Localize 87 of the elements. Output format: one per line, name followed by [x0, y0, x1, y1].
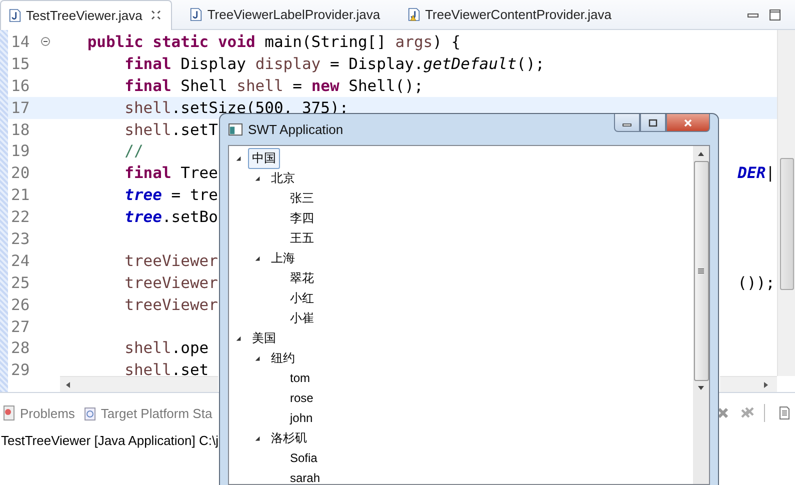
collapse-icon[interactable]: [41, 37, 50, 46]
code-line: public static void main(String[] args) {: [87, 32, 461, 51]
editor-tab[interactable]: TestTreeViewer.java: [0, 0, 172, 30]
line-number: 22: [10, 208, 31, 226]
left-arrow-icon[interactable]: [65, 380, 71, 388]
line-number: 19: [10, 142, 31, 160]
tree-item[interactable]: 翠花: [286, 268, 318, 288]
code-line: final Tree: [124, 164, 218, 182]
code-line: treeViewer: [124, 252, 218, 270]
panel-tab[interactable]: Target Platform Sta: [82, 405, 212, 421]
vertical-scrollbar[interactable]: [693, 146, 709, 484]
target-icon: [82, 405, 97, 421]
code-line: shell.setT: [124, 120, 218, 138]
code-line: shell.setSize(500, 375);: [124, 98, 349, 117]
problems-icon: [2, 405, 16, 421]
code-fragment: DER|: [738, 164, 776, 182]
line-number: 28: [10, 339, 31, 358]
remove-icon[interactable]: [716, 406, 730, 420]
tree-item[interactable]: 北京: [267, 168, 299, 188]
java-file-icon: [9, 8, 21, 22]
java-file-icon: [190, 7, 202, 22]
expanded-triangle-icon[interactable]: [235, 154, 242, 162]
close-icon[interactable]: [151, 10, 162, 20]
tree-item[interactable]: sarah: [286, 469, 324, 484]
code-line: tree = tre: [124, 186, 218, 204]
code-line: shell.ope: [124, 339, 209, 358]
up-arrow-icon[interactable]: [697, 151, 705, 157]
tree-item[interactable]: rose: [286, 389, 318, 407]
tree-item[interactable]: 张三: [286, 188, 318, 208]
line-number: 20: [10, 164, 31, 182]
horizontal-scrollbar[interactable]: [60, 376, 218, 392]
maximize-button[interactable]: [640, 114, 666, 132]
code-line: final Display display = Display.getDefault();: [124, 54, 545, 73]
tree-item[interactable]: 李四: [286, 208, 318, 228]
code-line: treeViewer: [124, 274, 218, 292]
maximize-icon[interactable]: [769, 8, 781, 20]
code-line: //: [124, 142, 144, 160]
maximize-icon: [648, 118, 658, 126]
expanded-triangle-icon[interactable]: [254, 354, 261, 362]
code-line: shell.set: [124, 361, 209, 380]
line-number: 27: [10, 318, 31, 336]
tree-item[interactable]: Sofia: [286, 449, 322, 467]
line-number: 18: [10, 120, 31, 138]
right-arrow-icon[interactable]: [763, 380, 769, 388]
tree-item[interactable]: 小崔: [286, 308, 318, 328]
line-number: 26: [10, 296, 31, 314]
window-icon: [228, 123, 243, 136]
java-file-icon: [408, 7, 420, 22]
tree-item[interactable]: 小红: [286, 288, 318, 308]
expanded-triangle-icon[interactable]: [254, 254, 261, 262]
console-title: TestTreeViewer [Java Application] C:\j: [0, 433, 218, 448]
tree-item[interactable]: 洛杉矶: [267, 428, 311, 448]
code-fragment: ());: [738, 274, 776, 292]
tree-item[interactable]: 上海: [267, 248, 299, 268]
code-line: final Shell shell = new Shell();: [124, 76, 424, 95]
editor-tab[interactable]: TreeViewerLabelProvider.java: [172, 0, 390, 30]
line-number: 15: [10, 54, 31, 73]
expanded-triangle-icon[interactable]: [235, 334, 242, 342]
line-number: 21: [10, 186, 31, 204]
horizontal-scrollbar[interactable]: [720, 376, 777, 392]
tree-item[interactable]: 中国: [248, 148, 280, 168]
close-button[interactable]: [666, 114, 710, 132]
line-number: 25: [10, 274, 31, 292]
line-number: 23: [10, 230, 31, 248]
tree-item[interactable]: 美国: [248, 328, 280, 348]
document-icon[interactable]: [777, 406, 791, 420]
window-title: SWT Application: [248, 122, 344, 137]
tree-item[interactable]: john: [286, 409, 317, 427]
line-number: 14: [10, 32, 31, 51]
down-arrow-icon[interactable]: [697, 385, 705, 391]
code-line: tree.setBo: [124, 208, 218, 226]
editor-tab[interactable]: TreeViewerContentProvider.java: [390, 0, 622, 30]
code-line: treeViewer: [124, 296, 218, 314]
line-number: 24: [10, 252, 31, 270]
panel-tab[interactable]: Problems: [2, 405, 75, 421]
expanded-triangle-icon[interactable]: [254, 174, 261, 182]
vertical-scrollbar[interactable]: [777, 30, 795, 376]
line-number: 17: [10, 98, 31, 117]
line-number: 29: [10, 361, 31, 380]
tree-item[interactable]: 纽约: [267, 348, 299, 368]
line-number: 16: [10, 76, 31, 95]
close-icon: [683, 118, 693, 126]
grip-icon: [697, 267, 705, 275]
tree-item[interactable]: tom: [286, 369, 314, 387]
minimize-button[interactable]: [614, 114, 640, 132]
tree-item[interactable]: 王五: [286, 228, 318, 248]
expanded-triangle-icon[interactable]: [254, 434, 261, 442]
